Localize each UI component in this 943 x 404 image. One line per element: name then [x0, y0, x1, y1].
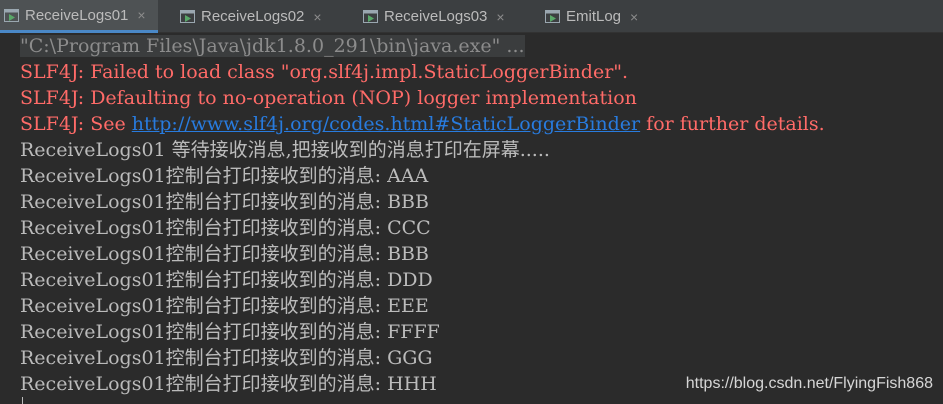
message-line: ReceiveLogs01控制台打印接收到的消息: AAA — [20, 165, 429, 187]
command-line: "C:\Program Files\Java\jdk1.8.0_291\bin\… — [20, 33, 525, 59]
run-config-icon — [4, 8, 19, 22]
message-line: ReceiveLogs01控制台打印接收到的消息: DDD — [20, 269, 433, 291]
see-prefix: SLF4J: See — [20, 113, 132, 135]
run-config-icon — [363, 10, 378, 23]
message-line: ReceiveLogs01控制台打印接收到的消息: BBB — [20, 191, 429, 213]
error-line: SLF4J: Defaulting to no-operation (NOP) … — [20, 87, 637, 109]
tab-emitlog[interactable]: EmitLog × — [545, 0, 665, 33]
watermark: https://blog.csdn.net/FlyingFish868 — [685, 375, 933, 392]
message-line: ReceiveLogs01控制台打印接收到的消息: HHH — [20, 373, 437, 395]
close-icon[interactable]: × — [496, 10, 504, 24]
error-line-with-link: SLF4J: See http://www.slf4j.org/codes.ht… — [20, 111, 825, 137]
tab-label: ReceiveLogs02 — [201, 8, 305, 25]
close-icon[interactable]: × — [313, 10, 321, 24]
tab-receivelogs01[interactable]: ReceiveLogs01 × — [0, 0, 158, 33]
run-tab-bar: ReceiveLogs01 × ReceiveLogs02 × ReceiveL… — [0, 0, 943, 33]
tab-label: EmitLog — [566, 8, 622, 25]
text-caret — [22, 397, 23, 404]
console-output[interactable]: "C:\Program Files\Java\jdk1.8.0_291\bin\… — [0, 33, 943, 404]
message-line: ReceiveLogs01控制台打印接收到的消息: GGG — [20, 347, 433, 369]
slf4j-docs-link[interactable]: http://www.slf4j.org/codes.html#StaticLo… — [132, 113, 640, 135]
message-line: ReceiveLogs01控制台打印接收到的消息: BBB — [20, 243, 429, 265]
waiting-line: ReceiveLogs01 等待接收消息,把接收到的消息打印在屏幕..... — [20, 139, 550, 161]
tab-receivelogs03[interactable]: ReceiveLogs03 × — [363, 0, 533, 33]
tab-label: ReceiveLogs01 — [25, 6, 129, 24]
close-icon[interactable]: × — [630, 10, 638, 24]
message-line: ReceiveLogs01控制台打印接收到的消息: FFFF — [20, 321, 440, 343]
message-line: ReceiveLogs01控制台打印接收到的消息: EEE — [20, 295, 429, 317]
message-line: ReceiveLogs01控制台打印接收到的消息: CCC — [20, 217, 431, 239]
close-icon[interactable]: × — [137, 8, 145, 22]
tab-receivelogs02[interactable]: ReceiveLogs02 × — [180, 0, 350, 33]
run-console-window: ReceiveLogs01 × ReceiveLogs02 × ReceiveL… — [0, 0, 943, 404]
see-suffix: for further details. — [640, 113, 825, 135]
run-config-icon — [180, 10, 195, 23]
run-config-icon — [545, 10, 560, 23]
command-text: "C:\Program Files\Java\jdk1.8.0_291\bin\… — [20, 35, 525, 57]
tab-label: ReceiveLogs03 — [384, 8, 488, 25]
error-line: SLF4J: Failed to load class "org.slf4j.i… — [20, 61, 629, 83]
